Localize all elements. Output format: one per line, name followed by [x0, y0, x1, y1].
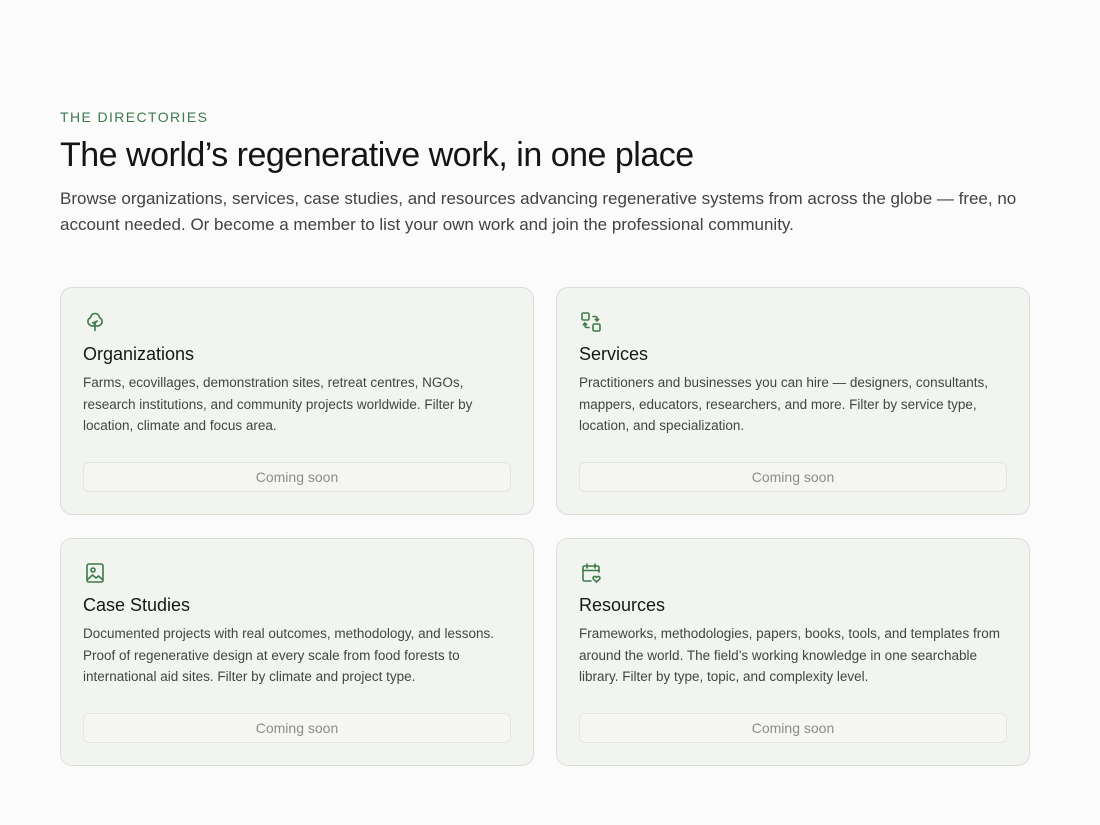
directories-header: THE DIRECTORIES The world’s regenerative…	[60, 108, 1030, 238]
card-resources: Resources Frameworks, methodologies, pap…	[556, 538, 1030, 766]
card-title: Services	[579, 344, 649, 364]
section-eyebrow: THE DIRECTORIES	[60, 109, 209, 125]
coming-soon-button: Coming soon	[83, 713, 511, 743]
directory-grid: Organizations Farms, ecovillages, demons…	[60, 287, 1030, 766]
card-description: Documented projects with real outcomes, …	[83, 626, 494, 684]
card-description: Practitioners and businesses you can hir…	[579, 375, 988, 433]
connection-icon	[579, 310, 603, 334]
coming-soon-button: Coming soon	[579, 462, 1007, 492]
page-title: The world’s regenerative work, in one pl…	[60, 136, 694, 174]
card-title: Case Studies	[83, 595, 191, 615]
card-title: Resources	[579, 595, 666, 615]
coming-soon-button: Coming soon	[83, 462, 511, 492]
card-case-studies: Case Studies Documented projects with re…	[60, 538, 534, 766]
section-description: Browse organizations, services, case stu…	[60, 189, 1017, 234]
card-description: Farms, ecovillages, demonstration sites,…	[83, 375, 473, 433]
card-title: Organizations	[83, 344, 195, 364]
coming-soon-button: Coming soon	[579, 713, 1007, 743]
tree-icon	[83, 310, 107, 334]
card-description: Frameworks, methodologies, papers, books…	[579, 626, 1000, 684]
calendar-heart-icon	[579, 561, 603, 585]
card-organizations: Organizations Farms, ecovillages, demons…	[60, 287, 534, 515]
image-icon	[83, 561, 107, 585]
card-services: Services Practitioners and businesses yo…	[556, 287, 1030, 515]
